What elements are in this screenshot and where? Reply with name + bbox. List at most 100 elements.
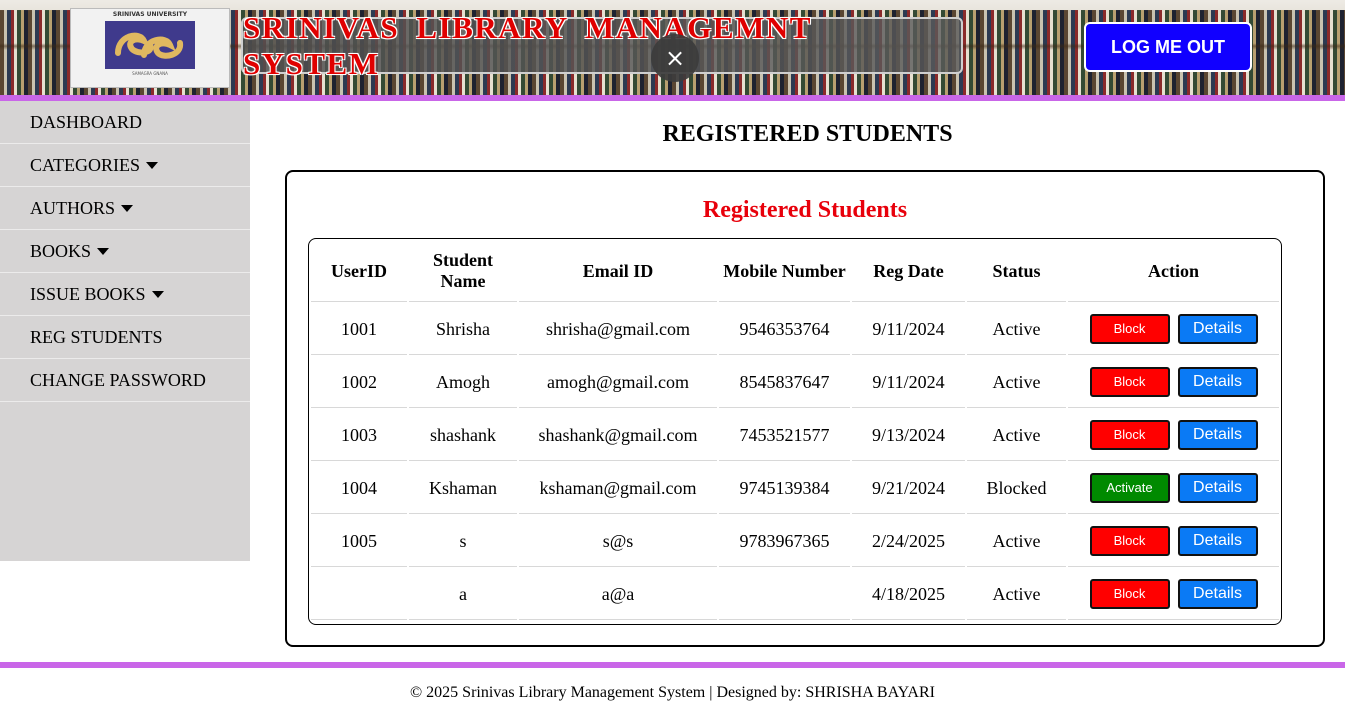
sidebar-item-label: DASHBOARD <box>30 111 143 132</box>
sidebar-item-dashboard[interactable]: DASHBOARD <box>0 101 250 144</box>
table-row: 1005 s s@s 9783967365 2/24/2025 Active B… <box>311 516 1279 567</box>
block-button[interactable]: Block <box>1089 314 1170 344</box>
table-row: 1004 Kshaman kshaman@gmail.com 974513938… <box>311 463 1279 514</box>
sidebar-item-books[interactable]: BOOKS <box>0 230 250 273</box>
sidebar-item-label: REG STUDENTS <box>30 326 163 347</box>
sidebar-item-issue-books[interactable]: ISSUE BOOKS <box>0 273 250 316</box>
details-button[interactable]: Details <box>1177 367 1258 397</box>
sidebar: DASHBOARD CATEGORIES AUTHORS BOOKS ISSUE… <box>0 101 250 561</box>
details-button[interactable]: Details <box>1177 473 1258 503</box>
cell-name: Amogh <box>409 357 517 408</box>
cell-mobile: 7453521577 <box>719 410 850 461</box>
details-button[interactable]: Details <box>1177 420 1258 450</box>
cell-reg-date: 9/21/2024 <box>852 463 965 514</box>
logout-button[interactable]: LOG ME OUT <box>1084 22 1252 72</box>
page-title: REGISTERED STUDENTS <box>662 121 953 147</box>
sidebar-item-label: ISSUE BOOKS <box>30 283 146 304</box>
sidebar-item-authors[interactable]: AUTHORS <box>0 187 250 230</box>
column-header-reg-date[interactable]: Reg Date <box>852 241 965 302</box>
cell-action: Block Details <box>1068 357 1279 408</box>
close-icon[interactable]: × <box>651 34 699 82</box>
caret-down-icon <box>97 247 110 255</box>
system-title-box: SRINIVAS LIBRARY MANAGEMNT SYSTEM <box>241 10 963 81</box>
header-banner: SRINIVAS UNIVERSITY SAMAGRA GNANA SRINIV… <box>0 0 1345 96</box>
cell-mobile <box>719 569 850 620</box>
table-row: 1001 Shrisha shrisha@gmail.com 954635376… <box>311 304 1279 355</box>
column-header-email[interactable]: Email ID <box>519 241 717 302</box>
cell-reg-date: 9/11/2024 <box>852 304 965 355</box>
cell-name: shashank <box>409 410 517 461</box>
activate-button[interactable]: Activate <box>1089 473 1170 503</box>
cell-userid: 1005 <box>311 516 407 567</box>
cell-reg-date: 9/13/2024 <box>852 410 965 461</box>
cell-mobile: 9546353764 <box>719 304 850 355</box>
cell-userid: 1003 <box>311 410 407 461</box>
cell-mobile: 9783967365 <box>719 516 850 567</box>
cell-status: Blocked <box>967 463 1066 514</box>
cell-email: amogh@gmail.com <box>519 357 717 408</box>
cell-email: kshaman@gmail.com <box>519 463 717 514</box>
column-header-userid[interactable]: UserID <box>311 241 407 302</box>
cell-mobile: 9745139384 <box>719 463 850 514</box>
cell-status: Active <box>967 410 1066 461</box>
cell-action: Block Details <box>1068 569 1279 620</box>
cell-status: Active <box>967 304 1066 355</box>
cell-reg-date: 9/11/2024 <box>852 357 965 408</box>
column-header-status[interactable]: Status <box>967 241 1066 302</box>
table-row: 1002 Amogh amogh@gmail.com 8545837647 9/… <box>311 357 1279 408</box>
cell-action: Block Details <box>1068 516 1279 567</box>
cell-action: Activate Details <box>1068 463 1279 514</box>
cell-userid: 1002 <box>311 357 407 408</box>
cell-status: Active <box>967 569 1066 620</box>
cell-email: shashank@gmail.com <box>519 410 717 461</box>
cell-reg-date: 4/18/2025 <box>852 569 965 620</box>
sidebar-item-change-password[interactable]: CHANGE PASSWORD <box>0 359 250 402</box>
card-title: Registered Students <box>702 197 908 223</box>
cell-name: Kshaman <box>409 463 517 514</box>
logo-bottom-text: SAMAGRA GNANA <box>132 71 168 76</box>
logo-emblem-icon <box>105 21 195 69</box>
cell-reg-date: 2/24/2025 <box>852 516 965 567</box>
caret-down-icon <box>121 204 134 212</box>
column-header-mobile[interactable]: Mobile Number <box>719 241 850 302</box>
system-title: SRINIVAS LIBRARY MANAGEMNT SYSTEM <box>243 9 812 81</box>
block-button[interactable]: Block <box>1089 420 1170 450</box>
cell-name: a <box>409 569 517 620</box>
cell-action: Block Details <box>1068 304 1279 355</box>
cell-email: shrisha@gmail.com <box>519 304 717 355</box>
details-button[interactable]: Details <box>1177 314 1258 344</box>
table-header-row: UserID Student Name Email ID Mobile Numb… <box>311 241 1279 302</box>
block-button[interactable]: Block <box>1089 526 1170 556</box>
cell-name: s <box>409 516 517 567</box>
sidebar-item-categories[interactable]: CATEGORIES <box>0 144 250 187</box>
cell-email: a@a <box>519 569 717 620</box>
cell-userid <box>311 569 407 620</box>
cell-name: Shrisha <box>409 304 517 355</box>
table-row: 1003 shashank shashank@gmail.com 7453521… <box>311 410 1279 461</box>
table-row: a a@a 4/18/2025 Active Block Details <box>311 569 1279 620</box>
column-header-action[interactable]: Action <box>1068 241 1279 302</box>
cell-action: Block Details <box>1068 410 1279 461</box>
university-logo: SRINIVAS UNIVERSITY SAMAGRA GNANA <box>70 8 230 88</box>
sidebar-item-label: CATEGORIES <box>30 154 141 175</box>
cell-status: Active <box>967 357 1066 408</box>
cell-status: Active <box>967 516 1066 567</box>
block-button[interactable]: Block <box>1089 579 1170 609</box>
sidebar-item-label: AUTHORS <box>30 197 116 218</box>
details-button[interactable]: Details <box>1177 579 1258 609</box>
caret-down-icon <box>151 290 164 298</box>
footer-divider <box>0 662 1345 668</box>
cell-email: s@s <box>519 516 717 567</box>
caret-down-icon <box>146 161 159 169</box>
sidebar-item-label: CHANGE PASSWORD <box>30 369 206 390</box>
students-table: UserID Student Name Email ID Mobile Numb… <box>309 239 1281 622</box>
sidebar-item-label: BOOKS <box>30 240 92 261</box>
block-button[interactable]: Block <box>1089 367 1170 397</box>
cell-mobile: 8545837647 <box>719 357 850 408</box>
students-table-container: UserID Student Name Email ID Mobile Numb… <box>308 238 1282 625</box>
footer-text: © 2025 Srinivas Library Management Syste… <box>410 684 935 701</box>
details-button[interactable]: Details <box>1177 526 1258 556</box>
logo-top-text: SRINIVAS UNIVERSITY <box>112 11 188 18</box>
sidebar-item-reg-students[interactable]: REG STUDENTS <box>0 316 250 359</box>
column-header-student-name[interactable]: Student Name <box>409 241 517 302</box>
